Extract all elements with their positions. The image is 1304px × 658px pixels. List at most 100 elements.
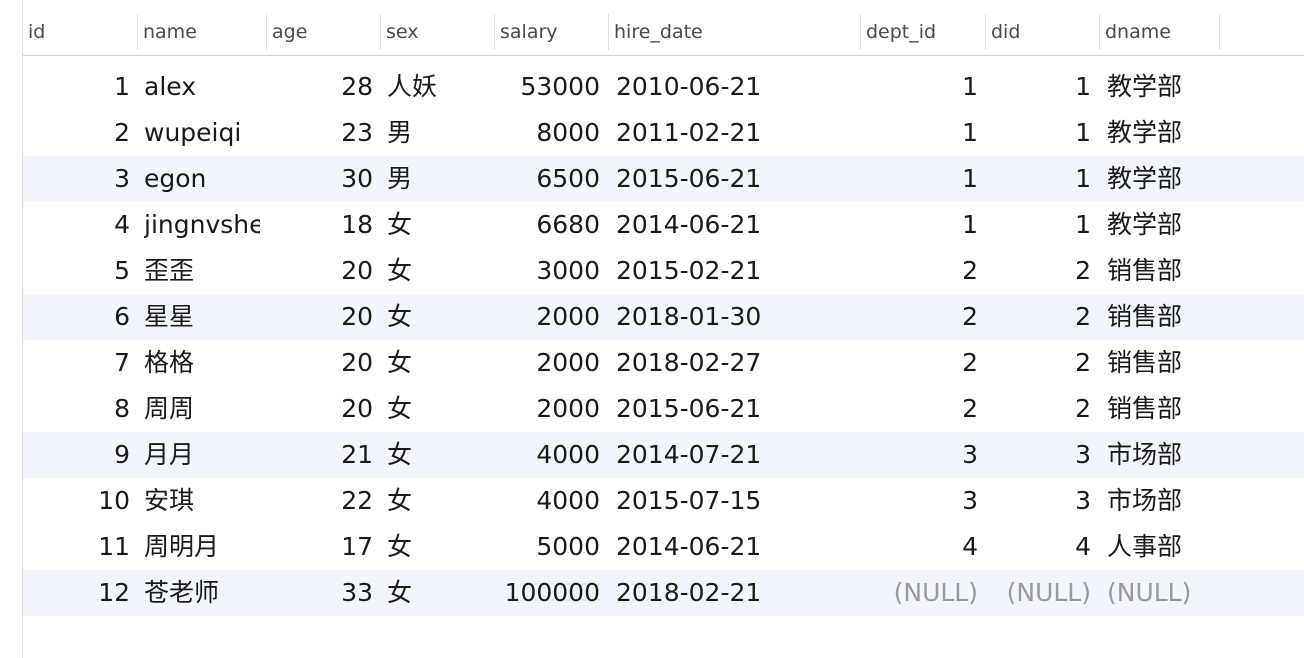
cell-dept-id[interactable]: 1	[861, 64, 978, 110]
cell-id[interactable]: 6	[23, 294, 130, 340]
column-header-dname[interactable]: dname	[1100, 14, 1220, 50]
column-header-hire-date[interactable]: hire_date	[609, 14, 861, 50]
cell-id[interactable]: 12	[23, 570, 130, 616]
cell-salary[interactable]: 6680	[495, 202, 600, 248]
cell-name[interactable]: wupeiqi	[144, 110, 260, 156]
table-row[interactable]: 6 星星 20 女 2000 2018-01-30 2 2 销售部	[23, 294, 1304, 340]
column-header-did[interactable]: did	[986, 14, 1100, 50]
cell-id[interactable]: 2	[23, 110, 130, 156]
cell-sex[interactable]: 女	[387, 202, 487, 248]
cell-did[interactable]: 3	[986, 478, 1091, 524]
cell-hire-date[interactable]: 2015-07-15	[616, 478, 856, 524]
cell-dname[interactable]: (NULL)	[1107, 570, 1227, 616]
cell-did[interactable]: 2	[986, 294, 1091, 340]
cell-name[interactable]: jingnvshen	[144, 202, 260, 248]
cell-sex[interactable]: 女	[387, 248, 487, 294]
cell-dname[interactable]: 销售部	[1107, 294, 1227, 340]
cell-hire-date[interactable]: 2015-06-21	[616, 386, 856, 432]
cell-did[interactable]: 1	[986, 202, 1091, 248]
cell-age[interactable]: 20	[267, 340, 373, 386]
column-header-salary[interactable]: salary	[495, 14, 609, 50]
cell-salary[interactable]: 8000	[495, 110, 600, 156]
cell-salary[interactable]: 4000	[495, 478, 600, 524]
cell-salary[interactable]: 3000	[495, 248, 600, 294]
cell-name[interactable]: 歪歪	[144, 248, 260, 294]
cell-salary[interactable]: 2000	[495, 294, 600, 340]
cell-did[interactable]: 2	[986, 248, 1091, 294]
column-header-dept-id[interactable]: dept_id	[861, 14, 986, 50]
cell-dname[interactable]: 销售部	[1107, 248, 1227, 294]
cell-dname[interactable]: 市场部	[1107, 478, 1227, 524]
cell-dept-id[interactable]: 3	[861, 432, 978, 478]
cell-name[interactable]: 苍老师	[144, 570, 260, 616]
cell-id[interactable]: 4	[23, 202, 130, 248]
cell-name[interactable]: 格格	[144, 340, 260, 386]
cell-hire-date[interactable]: 2018-02-27	[616, 340, 856, 386]
cell-dept-id[interactable]: 2	[861, 386, 978, 432]
cell-id[interactable]: 10	[23, 478, 130, 524]
cell-dept-id[interactable]: (NULL)	[861, 570, 978, 616]
cell-dname[interactable]: 教学部	[1107, 64, 1227, 110]
cell-name[interactable]: 安琪	[144, 478, 260, 524]
cell-age[interactable]: 21	[267, 432, 373, 478]
cell-salary[interactable]: 2000	[495, 386, 600, 432]
cell-did[interactable]: 2	[986, 386, 1091, 432]
cell-id[interactable]: 3	[23, 156, 130, 202]
cell-age[interactable]: 20	[267, 294, 373, 340]
cell-hire-date[interactable]: 2011-02-21	[616, 110, 856, 156]
cell-name[interactable]: 周明月	[144, 524, 260, 570]
cell-salary[interactable]: 5000	[495, 524, 600, 570]
cell-hire-date[interactable]: 2014-07-21	[616, 432, 856, 478]
cell-hire-date[interactable]: 2010-06-21	[616, 64, 856, 110]
cell-sex[interactable]: 女	[387, 478, 487, 524]
table-row[interactable]: 12 苍老师 33 女 100000 2018-02-21 (NULL) (NULL) (NUL…	[23, 570, 1304, 616]
cell-sex[interactable]: 女	[387, 340, 487, 386]
cell-did[interactable]: 1	[986, 156, 1091, 202]
cell-salary[interactable]: 6500	[495, 156, 600, 202]
table-row[interactable]: 7 格格 20 女 2000 2018-02-27 2 2 销售部	[23, 340, 1304, 386]
cell-dept-id[interactable]: 1	[861, 110, 978, 156]
cell-dname[interactable]: 人事部	[1107, 524, 1227, 570]
table-row[interactable]: 4jingnvshen18女66802014-06-2111教学部	[23, 202, 1304, 248]
cell-dept-id[interactable]: 1	[861, 156, 978, 202]
cell-dname[interactable]: 销售部	[1107, 340, 1227, 386]
table-row[interactable]: 1 alex 28 人妖 53000 2010-06-21 1 1 教学部	[23, 64, 1304, 110]
column-header-sex[interactable]: sex	[381, 14, 495, 50]
cell-id[interactable]: 9	[23, 432, 130, 478]
cell-hire-date[interactable]: 2015-06-21	[616, 156, 856, 202]
cell-sex[interactable]: 女	[387, 570, 487, 616]
cell-did[interactable]: 3	[986, 432, 1091, 478]
column-header-age[interactable]: age	[267, 14, 381, 50]
cell-sex[interactable]: 男	[387, 156, 487, 202]
cell-age[interactable]: 20	[267, 386, 373, 432]
cell-salary[interactable]: 2000	[495, 340, 600, 386]
cell-did[interactable]: 1	[986, 64, 1091, 110]
cell-name[interactable]: alex	[144, 64, 260, 110]
cell-salary[interactable]: 100000	[495, 570, 600, 616]
cell-age[interactable]: 22	[267, 478, 373, 524]
table-row[interactable]: 8 周周 20 女 2000 2015-06-21 2 2 销售部	[23, 386, 1304, 432]
table-row[interactable]: 5 歪歪 20 女 3000 2015-02-21 2 2 销售部	[23, 248, 1304, 294]
cell-name[interactable]: egon	[144, 156, 260, 202]
cell-dept-id[interactable]: 4	[861, 524, 978, 570]
column-header-name[interactable]: name	[138, 14, 267, 50]
cell-age[interactable]: 30	[267, 156, 373, 202]
cell-hire-date[interactable]: 2018-01-30	[616, 294, 856, 340]
cell-hire-date[interactable]: 2014-06-21	[616, 202, 856, 248]
cell-age[interactable]: 28	[267, 64, 373, 110]
cell-salary[interactable]: 4000	[495, 432, 600, 478]
cell-dname[interactable]: 教学部	[1107, 202, 1227, 248]
cell-age[interactable]: 17	[267, 524, 373, 570]
cell-id[interactable]: 8	[23, 386, 130, 432]
cell-age[interactable]: 33	[267, 570, 373, 616]
table-row[interactable]: 10 安琪 22 女 4000 2015-07-15 3 3 市场部	[23, 478, 1304, 524]
table-row[interactable]: 9 月月 21 女 4000 2014-07-21 3 3 市场部	[23, 432, 1304, 478]
table-row[interactable]: 2 wupeiqi 23 男 8000 2011-02-21 1 1 教学部	[23, 110, 1304, 156]
cell-hire-date[interactable]: 2015-02-21	[616, 248, 856, 294]
cell-sex[interactable]: 女	[387, 294, 487, 340]
cell-dname[interactable]: 市场部	[1107, 432, 1227, 478]
cell-hire-date[interactable]: 2018-02-21	[616, 570, 856, 616]
table-row[interactable]: 3 egon 30 男 6500 2015-06-21 1 1 教学部	[23, 156, 1304, 202]
cell-dname[interactable]: 教学部	[1107, 156, 1227, 202]
cell-sex[interactable]: 女	[387, 386, 487, 432]
